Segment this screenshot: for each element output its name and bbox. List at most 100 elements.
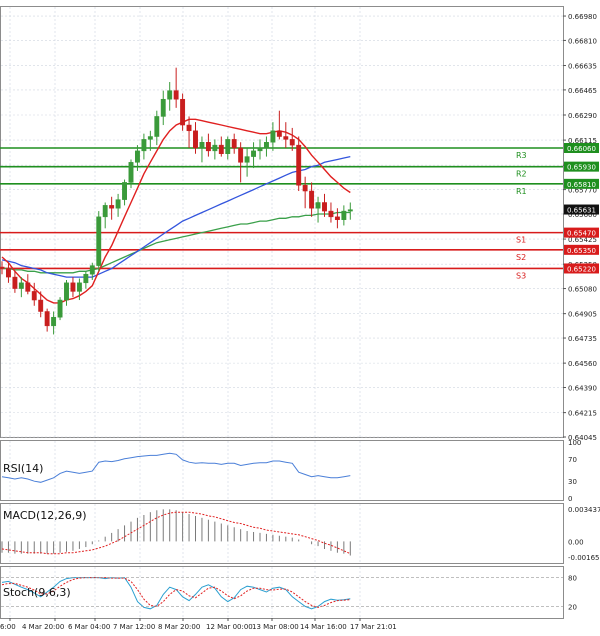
rsi-tick-label: 100 [568, 439, 581, 447]
candle-body [238, 147, 244, 163]
time-tick-label: 6 Mar 04:00 [68, 623, 110, 631]
candle-body [302, 185, 308, 192]
candle-body [147, 136, 153, 140]
candle-body [51, 316, 57, 327]
candle-body [218, 144, 224, 154]
candle-body [70, 282, 76, 292]
resistance-price-label: 0.66060 [567, 145, 596, 153]
candle-body [160, 98, 166, 117]
candle-body [6, 268, 11, 278]
candle-body [64, 282, 69, 301]
resistance-label: R2 [516, 170, 527, 179]
rsi-tick-label: 70 [568, 456, 577, 464]
candle-body [270, 130, 276, 143]
candle-body [251, 150, 257, 157]
price-tick-label: 0.64215 [568, 410, 597, 418]
price-tick-label: 0.64905 [568, 311, 597, 319]
time-tick-label: 4 Mar 20:00 [22, 623, 64, 631]
time-tick-label: 8 Mar 20:00 [158, 623, 200, 631]
candle-body [83, 273, 89, 284]
panel-frame-0 [0, 6, 564, 438]
resistance-label: R1 [516, 187, 527, 196]
support-price-label: 0.65470 [567, 230, 596, 238]
support-label: S2 [516, 253, 526, 262]
candle-body [180, 98, 186, 126]
time-tick-label: 6:00 [0, 623, 16, 631]
candle-body [122, 182, 127, 200]
time-tick-label: 17 Mar 21:01 [350, 623, 397, 631]
candle-body [244, 156, 250, 163]
time-tick-label: 12 Mar 00:00 [206, 623, 253, 631]
candle-body [193, 130, 198, 149]
candle-body [44, 311, 50, 327]
support-label: S1 [516, 236, 526, 245]
candle-body [96, 216, 102, 266]
candle-body [102, 205, 108, 218]
candle-body [205, 142, 211, 152]
price-tick-label: 0.66290 [568, 112, 597, 120]
candle-body [18, 282, 24, 289]
stoch-tick-label: 20 [568, 603, 577, 611]
candle-body [135, 150, 140, 163]
panel-frame-1 [0, 440, 564, 501]
macd-tick-label: -0.001655 [568, 554, 600, 562]
rsi-label: RSI(14) [3, 462, 43, 475]
panel-frame-3 [0, 566, 564, 619]
resistance-price-label: 0.65930 [567, 164, 596, 172]
price-tick-label: 0.66810 [568, 37, 597, 45]
candle-body [109, 205, 115, 209]
candle-body [89, 265, 95, 275]
current-price-label: 0.65631 [567, 207, 596, 215]
candle-body [173, 90, 179, 100]
price-tick-label: 0.66980 [568, 13, 597, 21]
stoch-label: Stoch(9,6,3) [3, 586, 71, 599]
candle-body [257, 147, 263, 152]
candle-body [225, 139, 231, 154]
candle-body [154, 116, 160, 137]
candle-body [212, 144, 218, 152]
candle-body [334, 216, 340, 220]
candle-body [322, 202, 327, 212]
candle-body [315, 202, 321, 209]
candle-body [115, 199, 121, 209]
candle-body [309, 190, 315, 209]
support-price-label: 0.65350 [567, 247, 596, 255]
candle-body [231, 139, 237, 149]
macd-tick-label: 0.003437 [568, 506, 600, 514]
candle-body [141, 139, 147, 152]
price-tick-label: 0.64560 [568, 360, 597, 368]
candle-body [57, 299, 63, 318]
candle-body [199, 142, 205, 149]
macd-label: MACD(12,26,9) [3, 509, 87, 522]
candle-body [289, 139, 295, 146]
candle-body [328, 210, 334, 218]
candle-body [186, 124, 192, 132]
price-tick-label: 0.66465 [568, 87, 597, 95]
candle-body [25, 282, 31, 292]
rsi-tick-label: 0 [568, 495, 572, 503]
resistance-label: R3 [516, 151, 527, 160]
candle-body [128, 162, 134, 183]
macd-tick-label: 0.00 [568, 538, 584, 546]
candle-body [38, 299, 44, 312]
candle-body [167, 90, 173, 100]
candle-body [296, 144, 302, 186]
candle-body [0, 266, 5, 269]
price-tick-label: 0.66635 [568, 63, 597, 71]
support-price-label: 0.65220 [567, 265, 596, 273]
candle-body [76, 282, 82, 292]
time-tick-label: 14 Mar 16:00 [300, 623, 347, 631]
trading-chart: 0.66980 0.66810 0.66635 0.66465 0.66290 0.661… [0, 0, 600, 632]
candle-body [31, 291, 37, 301]
candle-body [341, 210, 347, 220]
time-tick-label: 13 Mar 08:00 [252, 623, 299, 631]
price-tick-label: 0.64735 [568, 335, 597, 343]
candle-body [347, 209, 353, 212]
stoch-tick-label: 80 [568, 575, 577, 583]
price-tick-label: 0.65080 [568, 286, 597, 294]
candle-body [12, 276, 18, 289]
price-tick-label: 0.64390 [568, 385, 597, 393]
support-label: S3 [516, 271, 526, 280]
time-tick-label: 7 Mar 12:00 [113, 623, 155, 631]
candle-body [264, 142, 269, 149]
